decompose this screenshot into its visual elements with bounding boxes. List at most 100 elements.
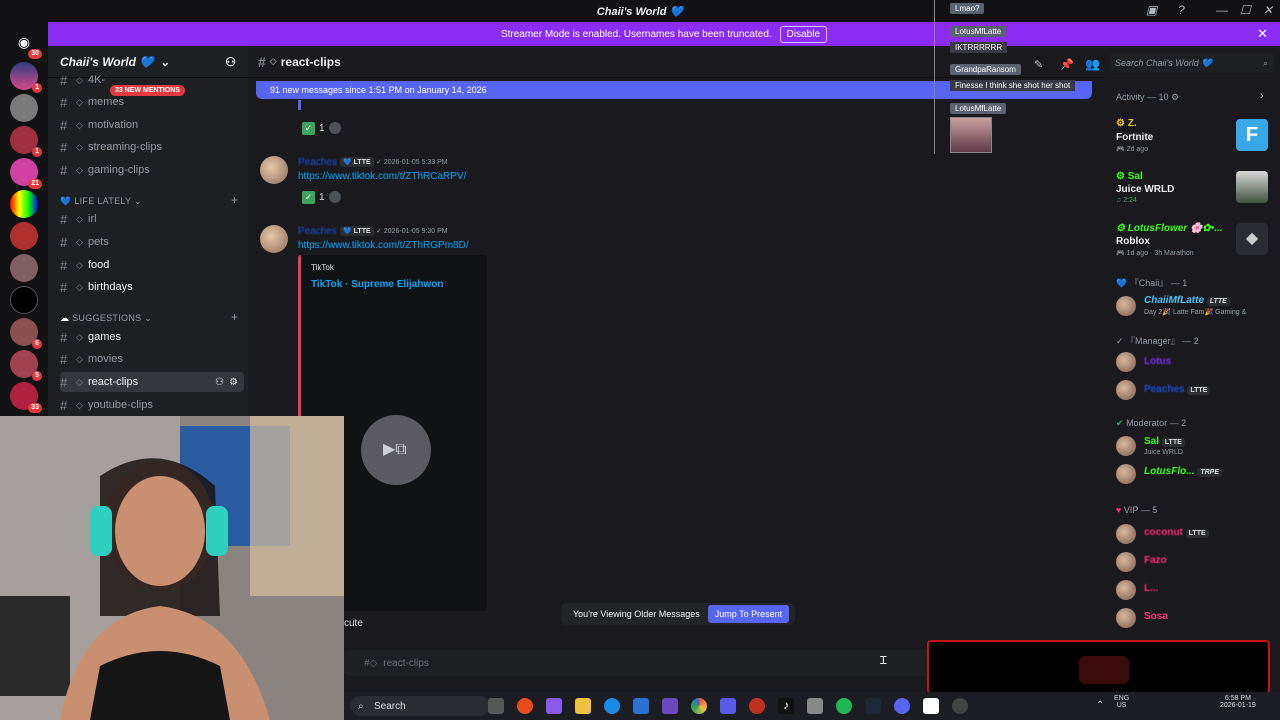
inbox-icon[interactable]: ▣ — [1146, 3, 1157, 17]
reaction-row[interactable]: ✓ 1 — [302, 189, 341, 205]
member-name[interactable]: Sal LTTE — [1144, 436, 1185, 447]
teams-icon[interactable] — [720, 698, 736, 714]
app-icon[interactable] — [807, 698, 823, 714]
server-icon[interactable]: 6 — [10, 318, 42, 349]
channel-item[interactable]: # ◇ gaming-clips — [60, 160, 244, 180]
reaction-row[interactable]: ✓ 1 — [302, 120, 341, 136]
edit-icon[interactable]: ✎ — [1034, 58, 1043, 71]
add-user-icon[interactable]: ⚇ — [215, 377, 224, 388]
chrome-icon[interactable] — [691, 698, 707, 714]
edge-icon[interactable] — [604, 698, 620, 714]
add-channel-icon[interactable]: + — [231, 310, 238, 324]
avatar[interactable] — [1116, 524, 1136, 544]
add-channel-icon[interactable]: + — [231, 193, 238, 207]
task-view-icon[interactable] — [488, 698, 504, 714]
member-name[interactable]: ChaiiMfLatte LTTE — [1144, 295, 1230, 306]
channel-item[interactable]: # ◇ pets — [60, 232, 244, 252]
members-icon[interactable]: 👥 — [1085, 57, 1100, 71]
server-icon[interactable] — [10, 94, 38, 122]
avatar[interactable] — [1116, 352, 1136, 372]
add-reaction-icon[interactable] — [328, 191, 341, 203]
member-name[interactable]: Fazo — [1144, 555, 1167, 566]
member-name[interactable]: LotusFlo... TRPE — [1144, 466, 1222, 477]
app-icon[interactable] — [633, 698, 649, 714]
app-icon[interactable] — [749, 698, 765, 714]
app-icon[interactable] — [923, 698, 939, 714]
avatar[interactable] — [1116, 380, 1136, 400]
message-author[interactable]: Peaches — [298, 226, 337, 237]
gear-icon[interactable]: ⚙ — [229, 377, 238, 388]
member-name[interactable]: Sosa — [1144, 611, 1168, 622]
avatar[interactable] — [260, 225, 288, 253]
store-icon[interactable] — [662, 698, 678, 714]
server-badge: 1 — [32, 83, 42, 93]
tiktok-icon[interactable]: ♪ — [778, 698, 794, 714]
add-reaction-icon[interactable] — [328, 122, 341, 134]
server-icon[interactable] — [10, 254, 38, 282]
channel-item[interactable]: # ◇ birthdays — [60, 277, 244, 297]
video-placeholder-icon[interactable]: ▶⧉ — [361, 415, 431, 485]
add-user-icon[interactable]: ⚇ — [225, 55, 236, 69]
member-name[interactable]: Peaches LTTE — [1144, 384, 1211, 395]
app-icon[interactable] — [517, 698, 533, 714]
server-icon[interactable]: 5 — [10, 350, 42, 381]
channel-item[interactable]: # ◇ streaming-clips — [60, 137, 244, 157]
server-icon[interactable]: 1 — [10, 62, 42, 93]
disable-button[interactable]: Disable — [779, 25, 828, 43]
taskbar-search[interactable]: ⌕ Search — [350, 696, 490, 716]
channel-item[interactable]: # ◇ movies — [60, 349, 244, 369]
member-name[interactable]: L... — [1144, 583, 1158, 594]
activity-user[interactable]: ⚙ LotusFlower 🌸✿•... — [1116, 223, 1223, 234]
activity-user[interactable]: ⚙ Sal — [1116, 171, 1143, 182]
message-link[interactable]: https://www.tiktok.com/t/ZThRCaRPV/ — [298, 171, 466, 182]
obs-icon[interactable] — [952, 698, 968, 714]
category-suggestions[interactable]: ☁ SUGGESTIONS ⌄ — [60, 313, 152, 324]
server-icon[interactable]: 1 — [10, 126, 42, 157]
avatar[interactable] — [1116, 296, 1136, 316]
channel-item-selected[interactable]: # ◇ react-clips ⚙ ⚇ — [60, 372, 244, 392]
server-icon[interactable] — [10, 222, 38, 250]
discord-taskbar-icon[interactable] — [894, 698, 910, 714]
category-life-lately[interactable]: 💙 LIFE LATELY ⌄ — [60, 196, 142, 207]
pin-icon[interactable]: 📌 — [1060, 58, 1074, 71]
discord-icon[interactable]: ◉ 30 — [10, 28, 42, 59]
channel-item[interactable]: # ◇ youtube-clips — [60, 395, 244, 415]
server-icon[interactable]: 33 — [10, 382, 42, 413]
activity-header[interactable]: Activity — 10 ⚙ — [1116, 92, 1179, 103]
copilot-icon[interactable] — [546, 698, 562, 714]
channel-item[interactable]: # ◇ motivation — [60, 115, 244, 135]
channel-item[interactable]: # ◇ games — [60, 327, 244, 347]
member-name[interactable]: Lotus — [1144, 356, 1171, 367]
member-name[interactable]: coconut LTTE — [1144, 527, 1209, 538]
avatar[interactable] — [1116, 580, 1136, 600]
chevron-right-icon[interactable]: › — [1260, 90, 1264, 102]
server-icon[interactable]: 21 — [10, 158, 42, 189]
avatar[interactable] — [1116, 608, 1136, 628]
channel-item[interactable]: # ◇ irl — [60, 209, 244, 229]
avatar[interactable] — [1116, 552, 1136, 572]
server-icon[interactable] — [10, 190, 38, 218]
file-explorer-icon[interactable] — [575, 698, 591, 714]
close-icon[interactable]: ✕ — [1257, 26, 1268, 42]
embed-title[interactable]: TikTok · Supreme Elijahwon — [311, 279, 443, 290]
chevron-up-icon[interactable]: ⌃ — [1096, 700, 1104, 711]
channel-item[interactable]: # ◇ food — [60, 255, 244, 275]
maximize-button[interactable]: ☐ — [1240, 3, 1251, 17]
search-input[interactable]: Search Chaii's World 💙 ⌕ — [1110, 53, 1274, 73]
close-window-button[interactable]: ✕ — [1263, 3, 1273, 17]
new-mentions-pill[interactable]: 33 NEW MENTIONS — [110, 85, 185, 96]
avatar[interactable] — [1116, 436, 1136, 456]
language-indicator[interactable]: ENG US — [1114, 695, 1129, 709]
steam-icon[interactable] — [865, 698, 881, 714]
message-author[interactable]: Peaches — [298, 157, 337, 168]
help-icon[interactable]: ? — [1178, 3, 1185, 17]
avatar[interactable] — [1116, 464, 1136, 484]
clock[interactable]: 6:58 PM 2026-01-19 — [1220, 695, 1256, 709]
activity-user[interactable]: ⚙ Z. — [1116, 118, 1137, 129]
spotify-icon[interactable] — [836, 698, 852, 714]
jump-to-present-button[interactable]: Jump To Present — [707, 605, 790, 623]
minimize-button[interactable]: — — [1216, 3, 1228, 17]
avatar[interactable] — [260, 156, 288, 184]
message-link[interactable]: https://www.tiktok.com/t/ZThRGPm8D/ — [298, 240, 469, 251]
server-icon[interactable] — [10, 286, 38, 314]
